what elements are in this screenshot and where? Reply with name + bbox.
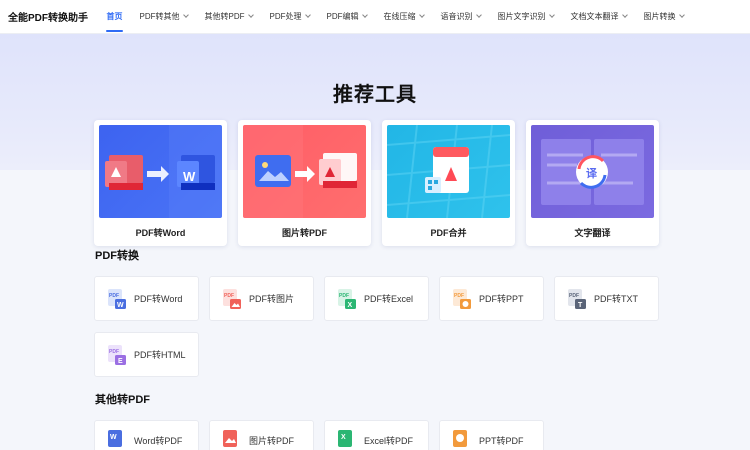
featured-card-pdf-merge[interactable]: PDF合并: [382, 120, 515, 246]
featured-card-pdf-to-word[interactable]: W PDF转Word: [94, 120, 227, 246]
chevron-down-icon: [418, 12, 425, 18]
nav-item-ocr[interactable]: 图片文字识别: [489, 0, 562, 34]
tool-label: PDF转Word: [134, 294, 183, 304]
svg-text:W: W: [183, 169, 196, 184]
nav-item-speech[interactable]: 语音识别: [432, 0, 489, 34]
tool-pdf-to-txt[interactable]: PDF T PDF转TXT: [554, 276, 659, 321]
svg-text:PDF: PDF: [109, 293, 119, 299]
tool-label: Excel转PDF: [364, 435, 414, 446]
svg-text:PDF: PDF: [224, 293, 234, 299]
nav-item-label: 在线压缩: [383, 12, 416, 21]
nav-item-pdf-process[interactable]: PDF处理: [261, 0, 318, 34]
svg-text:X: X: [348, 302, 353, 309]
tool-word-to-pdf[interactable]: W Word转PDF: [94, 420, 199, 450]
featured-card-label: 图片转PDF: [281, 228, 327, 238]
tool-pdf-to-image[interactable]: PDF PDF转图片: [209, 276, 314, 321]
tool-label: PDF转图片: [249, 294, 295, 304]
excel-pdf-icon: X: [338, 430, 352, 447]
nav-item-label: 其他转PDF: [204, 12, 245, 21]
section-title-other-to-pdf: 其他转PDF: [95, 394, 150, 406]
tool-pdf-to-html[interactable]: PDF E PDF转HTML: [94, 332, 199, 377]
image-to-pdf-illustration: [243, 125, 366, 218]
pdf-html-icon: PDF E: [108, 344, 126, 365]
translate-illustration: 译: [531, 125, 654, 218]
section-title-pdf-convert: PDF转换: [95, 250, 139, 262]
nav-menu: 首页 PDF转其他 其他转PDF PDF处理 PDF编辑 在线压缩 语音识别 图…: [98, 0, 692, 34]
nav-item-translate[interactable]: 文档文本翻译: [562, 0, 635, 34]
nav-item-label: 图片转换: [643, 12, 676, 21]
tool-label: PDF转HTML: [134, 350, 186, 360]
top-nav: 全能PDF转换助手 首页 PDF转其他 其他转PDF PDF处理 PDF编辑 在…: [0, 0, 750, 34]
nav-item-label: PDF转其他: [139, 12, 180, 21]
image-pdf-icon: [223, 430, 237, 447]
tool-label: PPT转PDF: [479, 435, 524, 446]
chevron-down-icon: [678, 12, 685, 18]
svg-text:译: 译: [586, 167, 598, 180]
tool-excel-to-pdf[interactable]: X Excel转PDF: [324, 420, 429, 450]
nav-item-label: PDF编辑: [326, 12, 359, 21]
tool-label: PDF转Excel: [364, 294, 414, 304]
pdf-image-icon: PDF: [223, 288, 241, 309]
nav-item-label: 语音识别: [440, 12, 473, 21]
svg-text:PDF: PDF: [109, 349, 119, 355]
svg-text:PDF: PDF: [454, 293, 464, 299]
featured-card-label: PDF转Word: [135, 228, 186, 238]
chevron-down-icon: [548, 12, 555, 18]
nav-item-pdf-to-other[interactable]: PDF转其他: [131, 0, 196, 34]
svg-text:T: T: [578, 302, 583, 309]
svg-text:W: W: [110, 434, 117, 441]
tool-label: 图片转PDF: [249, 435, 295, 446]
nav-item-home[interactable]: 首页: [98, 0, 131, 34]
svg-text:X: X: [341, 434, 346, 441]
nav-item-label: PDF处理: [269, 12, 302, 21]
chevron-down-icon: [621, 12, 628, 18]
brand-logo-text[interactable]: 全能PDF转换助手: [8, 9, 88, 24]
nav-item-image-convert[interactable]: 图片转换: [635, 0, 692, 34]
svg-text:W: W: [117, 302, 124, 309]
ppt-pdf-icon: [453, 430, 467, 447]
pdf-ppt-icon: PDF: [453, 288, 471, 309]
pdf-to-word-illustration: W: [99, 125, 222, 218]
featured-card-image-to-pdf[interactable]: 图片转PDF: [238, 120, 371, 246]
svg-text:PDF: PDF: [569, 293, 579, 299]
featured-tools: W PDF转Word 图片转PDF PDF合并 译 文字翻译: [94, 120, 659, 246]
featured-card-translate[interactable]: 译 文字翻译: [526, 120, 659, 246]
featured-card-label: PDF合并: [430, 228, 467, 238]
pdf-merge-illustration: [387, 125, 510, 218]
word-pdf-icon: W: [108, 430, 122, 447]
tool-label: PDF转TXT: [594, 294, 638, 304]
nav-item-compress[interactable]: 在线压缩: [375, 0, 432, 34]
chevron-down-icon: [182, 12, 189, 18]
svg-text:E: E: [118, 358, 123, 365]
nav-item-pdf-edit[interactable]: PDF编辑: [318, 0, 375, 34]
chevron-down-icon: [475, 12, 482, 18]
nav-item-label: 文档文本翻译: [570, 12, 619, 21]
pdf-txt-icon: PDF T: [568, 288, 586, 309]
pdf-excel-icon: PDF X: [338, 288, 356, 309]
hero-title: 推荐工具: [333, 84, 417, 106]
pdf-word-icon: PDF W: [108, 288, 126, 309]
tool-ppt-to-pdf[interactable]: PPT转PDF: [439, 420, 544, 450]
tool-image-to-pdf[interactable]: 图片转PDF: [209, 420, 314, 450]
tool-pdf-to-ppt[interactable]: PDF PDF转PPT: [439, 276, 544, 321]
nav-item-label: 图片文字识别: [497, 12, 546, 21]
chevron-down-icon: [304, 12, 311, 18]
tool-pdf-to-excel[interactable]: PDF X PDF转Excel: [324, 276, 429, 321]
svg-text:PDF: PDF: [339, 293, 349, 299]
nav-item-label: 首页: [106, 12, 123, 21]
featured-card-label: 文字翻译: [574, 228, 611, 238]
nav-item-other-to-pdf[interactable]: 其他转PDF: [196, 0, 261, 34]
chevron-down-icon: [247, 12, 254, 18]
tool-label: Word转PDF: [134, 435, 183, 446]
chevron-down-icon: [361, 12, 368, 18]
tool-label: PDF转PPT: [479, 294, 524, 304]
tool-pdf-to-word[interactable]: PDF W PDF转Word: [94, 276, 199, 321]
